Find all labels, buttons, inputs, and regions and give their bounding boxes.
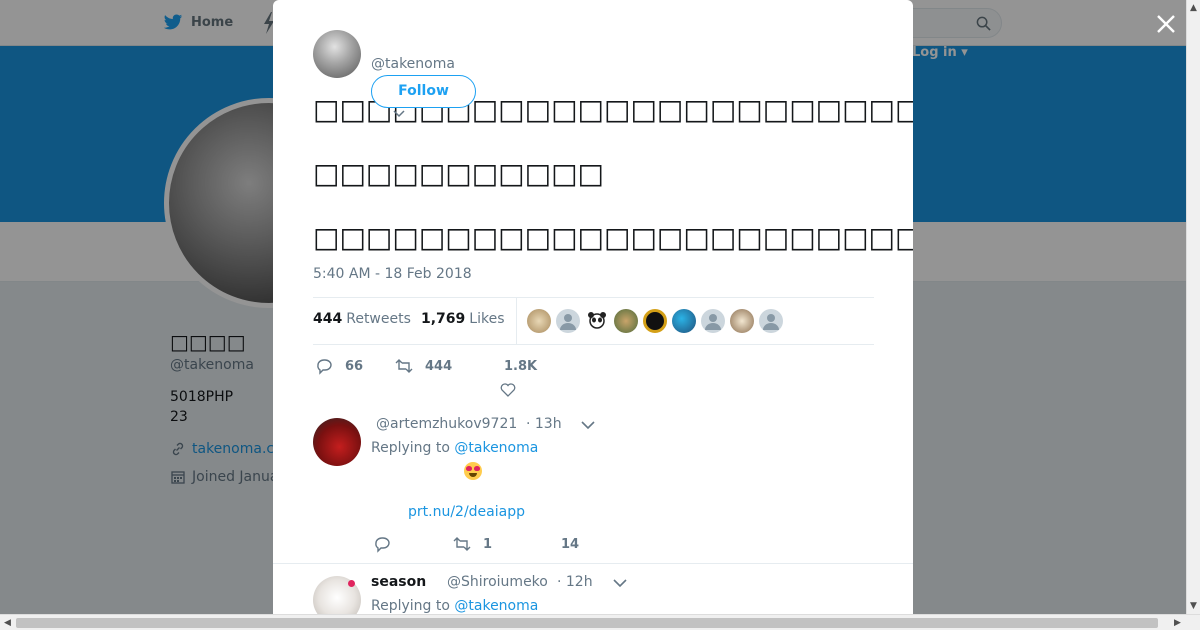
reply-time[interactable]: · 12h xyxy=(557,574,593,590)
horizontal-scrollbar[interactable]: ◀ ▶ xyxy=(0,614,1200,630)
replying-prefix: Replying to xyxy=(371,598,450,614)
retweet-icon xyxy=(453,537,471,551)
retweet-action[interactable]: 1 xyxy=(453,535,492,553)
liker-avatar[interactable] xyxy=(701,309,725,333)
divider xyxy=(273,563,913,564)
likes-stat[interactable]: 1,769 Likes xyxy=(421,311,505,327)
reply-icon xyxy=(317,359,332,375)
heart-icon[interactable] xyxy=(500,382,516,398)
liker-avatar[interactable] xyxy=(643,309,667,333)
replying-prefix: Replying to xyxy=(371,440,450,456)
like-count: 1.8K xyxy=(504,359,538,374)
scroll-down-arrow-icon[interactable]: ▼ xyxy=(1190,601,1197,611)
heart-eyes-emoji xyxy=(464,462,482,480)
liker-avatar[interactable] xyxy=(759,309,783,333)
badge-dot xyxy=(348,580,355,587)
retweets-stat[interactable]: 444 Retweets xyxy=(313,311,411,327)
liker-avatar[interactable] xyxy=(614,309,638,333)
panda-icon xyxy=(588,312,606,329)
default-profile-icon xyxy=(763,314,779,330)
liker-avatar[interactable] xyxy=(730,309,754,333)
like-count: 14 xyxy=(561,537,580,552)
scroll-left-arrow-icon[interactable]: ◀ xyxy=(4,618,11,628)
like-action[interactable]: 14 xyxy=(561,537,579,552)
retweet-action[interactable]: 444 xyxy=(395,357,452,375)
reply-handle[interactable]: @Shiroiumeko xyxy=(447,574,548,590)
tweet-modal: @takenoma □□□□□□□□□□□□□□□□□□□□□□□□□□2□□□… xyxy=(273,0,913,614)
replying-to: Replying to @takenoma xyxy=(371,440,538,456)
liker-avatar[interactable] xyxy=(527,309,551,333)
stats-divider xyxy=(516,298,517,344)
author-avatar[interactable] xyxy=(313,30,361,78)
retweets-count: 444 xyxy=(313,311,343,327)
reply-action[interactable] xyxy=(373,535,391,553)
replying-to-link[interactable]: @takenoma xyxy=(454,598,538,614)
likes-count: 1,769 xyxy=(421,311,466,327)
retweet-count: 444 xyxy=(425,358,453,374)
close-modal-button[interactable] xyxy=(1154,12,1178,36)
scroll-right-arrow-icon[interactable]: ▶ xyxy=(1174,618,1181,628)
replying-to-link[interactable]: @takenoma xyxy=(454,440,538,456)
reply-link[interactable]: prt.nu/2/deaiapp xyxy=(408,504,525,520)
reply-handle[interactable]: @artemzhukov9721 xyxy=(376,416,517,432)
chevron-down-icon[interactable] xyxy=(393,110,405,118)
reply-action[interactable]: 66 xyxy=(315,357,363,375)
liker-avatar[interactable] xyxy=(672,309,696,333)
tweet-timestamp[interactable]: 5:40 AM - 18 Feb 2018 xyxy=(313,266,472,282)
likes-label: Likes xyxy=(469,311,505,327)
reply-count: 66 xyxy=(345,358,364,374)
chevron-down-icon[interactable] xyxy=(613,579,627,589)
retweets-label: Retweets xyxy=(346,311,411,327)
vertical-scrollbar[interactable]: ▲ ▼ xyxy=(1186,0,1200,614)
liker-avatar[interactable] xyxy=(556,309,580,333)
scrollbar-thumb[interactable] xyxy=(16,618,1158,628)
like-action[interactable]: 1.8K xyxy=(504,359,537,374)
reply-name[interactable]: season xyxy=(371,574,426,590)
reply-icon xyxy=(375,537,390,553)
retweet-count: 1 xyxy=(483,536,493,552)
reply-time[interactable]: · 13h xyxy=(526,416,562,432)
chevron-down-icon[interactable] xyxy=(581,421,595,431)
replying-to: Replying to @takenoma xyxy=(371,598,538,614)
tweet-stats: 444 Retweets 1,769 Likes xyxy=(313,297,874,345)
author-handle[interactable]: @takenoma xyxy=(371,56,455,72)
follow-button[interactable]: Follow xyxy=(371,75,476,108)
liker-avatar[interactable] xyxy=(585,309,609,333)
reply-author-avatar[interactable] xyxy=(313,418,361,466)
close-icon xyxy=(1157,15,1175,33)
default-profile-icon xyxy=(705,314,721,330)
retweet-icon xyxy=(395,359,413,373)
tweet-text-line: □□□□□□□□□□□□□□□□□□□□□□□□□□□□ xyxy=(313,221,913,254)
tweet-text-line: □□□□□□□□□□□ xyxy=(313,157,605,190)
scroll-up-arrow-icon[interactable]: ▲ xyxy=(1190,3,1197,13)
default-profile-icon xyxy=(560,314,576,330)
